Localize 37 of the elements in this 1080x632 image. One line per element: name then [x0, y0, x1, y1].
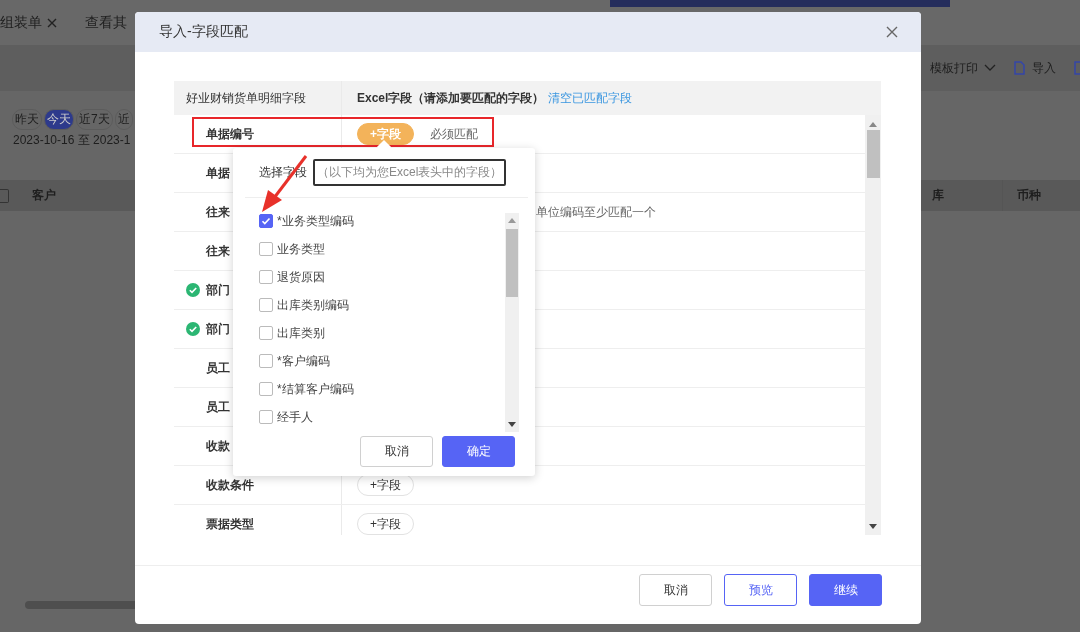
- column-header: 币种: [1017, 187, 1041, 204]
- field-note: 必须匹配: [430, 125, 478, 143]
- dialog-title: 导入-字段匹配: [159, 23, 248, 41]
- column-header: Excel字段（请添加要匹配的字段）: [357, 89, 545, 107]
- popover-button[interactable]: 确定: [442, 436, 515, 467]
- field-name: 收款条件: [206, 476, 254, 494]
- dialog-button[interactable]: 取消: [639, 574, 712, 606]
- option-label[interactable]: 退货原因: [277, 268, 325, 286]
- field-name: 部门: [206, 320, 230, 338]
- option-label[interactable]: 经手人: [277, 408, 313, 426]
- option-label[interactable]: *业务类型编码: [277, 212, 354, 230]
- add-field-button[interactable]: +字段: [357, 513, 414, 535]
- option-label[interactable]: 出库类别: [277, 324, 325, 342]
- column-header: 库: [932, 180, 1003, 211]
- field-hint: （以下均为您Excel表头中的字段）: [313, 159, 507, 186]
- date-chip[interactable]: 今天: [44, 109, 74, 130]
- field-name: 票据类型: [206, 515, 254, 533]
- column-header: 客户: [32, 187, 56, 204]
- dialog-button[interactable]: 继续: [809, 574, 882, 606]
- date-range: 2023-10-16 至 2023-1: [13, 132, 131, 149]
- option-label[interactable]: 出库类别编码: [277, 296, 349, 314]
- field-name: 单据编号: [206, 125, 254, 143]
- option-label[interactable]: 业务类型: [277, 240, 325, 258]
- field-name: 员工: [206, 359, 230, 377]
- option-label[interactable]: *结算客户编码: [277, 380, 354, 398]
- field-name: 往来: [206, 242, 230, 260]
- field-name: 员工: [206, 398, 230, 416]
- field-name: 单据: [206, 164, 230, 182]
- field-name: 部门: [206, 281, 230, 299]
- popover-button[interactable]: 取消: [360, 436, 433, 467]
- field-note: 单位编码至少匹配一个: [536, 203, 656, 221]
- dialog-button[interactable]: 预览: [724, 574, 797, 606]
- field-name: 往来: [206, 203, 230, 221]
- add-field-button[interactable]: +字段: [357, 474, 414, 496]
- column-header: 好业财销货单明细字段: [186, 89, 306, 107]
- field-name: 收款: [206, 437, 230, 455]
- option-label[interactable]: *客户编码: [277, 352, 330, 370]
